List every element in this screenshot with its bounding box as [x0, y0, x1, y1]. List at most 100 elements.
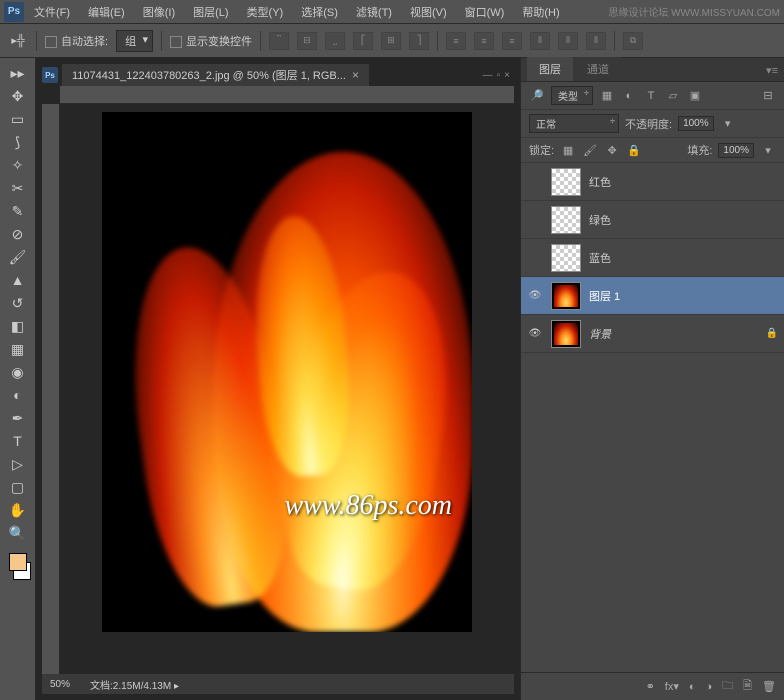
marquee-tool[interactable]: ▭: [5, 108, 31, 130]
menu-window[interactable]: 窗口(W): [457, 1, 513, 23]
layer-mask-icon[interactable]: ◐: [689, 681, 696, 693]
panel-menu-icon[interactable]: ▾≡: [760, 60, 784, 81]
layer-row[interactable]: 绿色: [521, 201, 784, 239]
visibility-toggle[interactable]: [527, 212, 543, 228]
pen-tool[interactable]: ✒: [5, 407, 31, 429]
layer-row[interactable]: 红色: [521, 163, 784, 201]
menu-file[interactable]: 文件(F): [26, 1, 78, 23]
stamp-tool[interactable]: ▲: [5, 269, 31, 291]
tab-layers[interactable]: 图层: [527, 57, 573, 81]
auto-select-checkbox[interactable]: 自动选择:: [45, 33, 108, 49]
fill-input[interactable]: 100%: [718, 143, 754, 158]
ruler-horizontal[interactable]: [60, 86, 514, 104]
link-layers-icon[interactable]: ⚭: [646, 680, 655, 693]
zoom-tool[interactable]: 🔍: [5, 522, 31, 544]
chevron-down-icon[interactable]: ▾: [720, 117, 736, 131]
layer-thumbnail[interactable]: [551, 206, 581, 234]
filter-adjust-icon[interactable]: ◐: [621, 89, 637, 103]
align-top-icon[interactable]: ⎴: [269, 32, 289, 50]
layer-thumbnail[interactable]: [551, 244, 581, 272]
align-vcenter-icon[interactable]: ⊟: [297, 32, 317, 50]
menu-image[interactable]: 图像(I): [135, 1, 183, 23]
zoom-level[interactable]: 50%: [50, 679, 70, 690]
move-tool[interactable]: ✥: [5, 85, 31, 107]
eraser-tool[interactable]: ◧: [5, 315, 31, 337]
lasso-tool[interactable]: ⟆: [5, 131, 31, 153]
delete-layer-icon[interactable]: 🗑: [762, 680, 776, 693]
menu-view[interactable]: 视图(V): [402, 1, 455, 23]
hand-tool[interactable]: ✋: [5, 499, 31, 521]
align-hcenter-icon[interactable]: ⊞: [381, 32, 401, 50]
tab-channels[interactable]: 通道: [575, 57, 621, 81]
show-transform-checkbox[interactable]: 显示变换控件: [170, 33, 252, 49]
filter-toggle-icon[interactable]: ⊟: [760, 89, 776, 103]
foreground-color-swatch[interactable]: [9, 553, 27, 571]
chevron-down-icon[interactable]: ▾: [760, 143, 776, 157]
crop-tool[interactable]: ✂: [5, 177, 31, 199]
menu-help[interactable]: 帮助(H): [514, 1, 567, 23]
healing-brush-tool[interactable]: ⊘: [5, 223, 31, 245]
lock-all-icon[interactable]: 🔒: [626, 143, 642, 157]
align-left-icon[interactable]: ⎡: [353, 32, 373, 50]
layer-name[interactable]: 绿色: [589, 212, 611, 228]
visibility-toggle[interactable]: [527, 326, 543, 342]
lock-transparency-icon[interactable]: ▦: [560, 143, 576, 157]
document-tab[interactable]: 11074431_122403780263_2.jpg @ 50% (图层 1,…: [62, 64, 369, 86]
distribute-left-icon[interactable]: ⫴: [530, 32, 550, 50]
maximize-icon[interactable]: ▫: [497, 70, 501, 81]
lock-position-icon[interactable]: ✥: [604, 143, 620, 157]
dodge-tool[interactable]: ◐: [5, 384, 31, 406]
ruler-vertical[interactable]: [42, 104, 60, 674]
layer-name[interactable]: 红色: [589, 174, 611, 190]
history-brush-tool[interactable]: ↺: [5, 292, 31, 314]
path-select-tool[interactable]: ▷: [5, 453, 31, 475]
filter-type-dropdown[interactable]: 类型: [551, 86, 593, 105]
minimize-icon[interactable]: —: [483, 70, 493, 81]
layer-thumbnail[interactable]: [551, 282, 581, 310]
menu-layer[interactable]: 图层(L): [185, 1, 236, 23]
brush-tool[interactable]: 🖌: [5, 246, 31, 268]
type-tool[interactable]: T: [5, 430, 31, 452]
adjustment-layer-icon[interactable]: ◑: [706, 681, 713, 693]
tab-handle-icon[interactable]: ▸▸: [5, 62, 31, 84]
align-bottom-icon[interactable]: ⎵: [325, 32, 345, 50]
distribute-hcenter-icon[interactable]: ⫴: [558, 32, 578, 50]
shape-tool[interactable]: ▢: [5, 476, 31, 498]
opacity-input[interactable]: 100%: [678, 116, 714, 131]
menu-edit[interactable]: 编辑(E): [80, 1, 133, 23]
layer-thumbnail[interactable]: [551, 320, 581, 348]
layer-thumbnail[interactable]: [551, 168, 581, 196]
layer-row[interactable]: 背景 🔒: [521, 315, 784, 353]
distribute-right-icon[interactable]: ⫴: [586, 32, 606, 50]
distribute-vcenter-icon[interactable]: ≡: [474, 32, 494, 50]
layer-fx-icon[interactable]: fx▾: [665, 680, 679, 693]
filter-smart-icon[interactable]: ▣: [687, 89, 703, 103]
align-right-icon[interactable]: ⎤: [409, 32, 429, 50]
close-tab-icon[interactable]: ×: [352, 68, 359, 82]
search-icon[interactable]: 🔎: [529, 89, 545, 103]
visibility-toggle[interactable]: [527, 288, 543, 304]
distribute-bottom-icon[interactable]: ≡: [502, 32, 522, 50]
filter-type-icon[interactable]: T: [643, 89, 659, 103]
filter-pixel-icon[interactable]: ▦: [599, 89, 615, 103]
visibility-toggle[interactable]: [527, 250, 543, 266]
visibility-toggle[interactable]: [527, 174, 543, 190]
group-icon[interactable]: 🗀: [722, 677, 733, 696]
eyedropper-tool[interactable]: ✎: [5, 200, 31, 222]
layer-name[interactable]: 背景: [589, 326, 611, 342]
distribute-top-icon[interactable]: ≡: [446, 32, 466, 50]
lock-pixels-icon[interactable]: 🖌: [582, 143, 598, 157]
magic-wand-tool[interactable]: ✧: [5, 154, 31, 176]
layer-row[interactable]: 图层 1: [521, 277, 784, 315]
menu-select[interactable]: 选择(S): [293, 1, 346, 23]
layer-name[interactable]: 蓝色: [589, 250, 611, 266]
close-icon[interactable]: ×: [504, 70, 510, 81]
3d-mode-icon[interactable]: ⧉: [623, 32, 643, 50]
canvas[interactable]: www.86ps.com: [60, 104, 514, 674]
layer-row[interactable]: 蓝色: [521, 239, 784, 277]
menu-type[interactable]: 类型(Y): [239, 1, 292, 23]
menu-filter[interactable]: 滤镜(T): [348, 1, 400, 23]
blend-mode-dropdown[interactable]: 正常: [529, 114, 619, 133]
gradient-tool[interactable]: ▦: [5, 338, 31, 360]
new-layer-icon[interactable]: 🗎: [743, 677, 752, 696]
